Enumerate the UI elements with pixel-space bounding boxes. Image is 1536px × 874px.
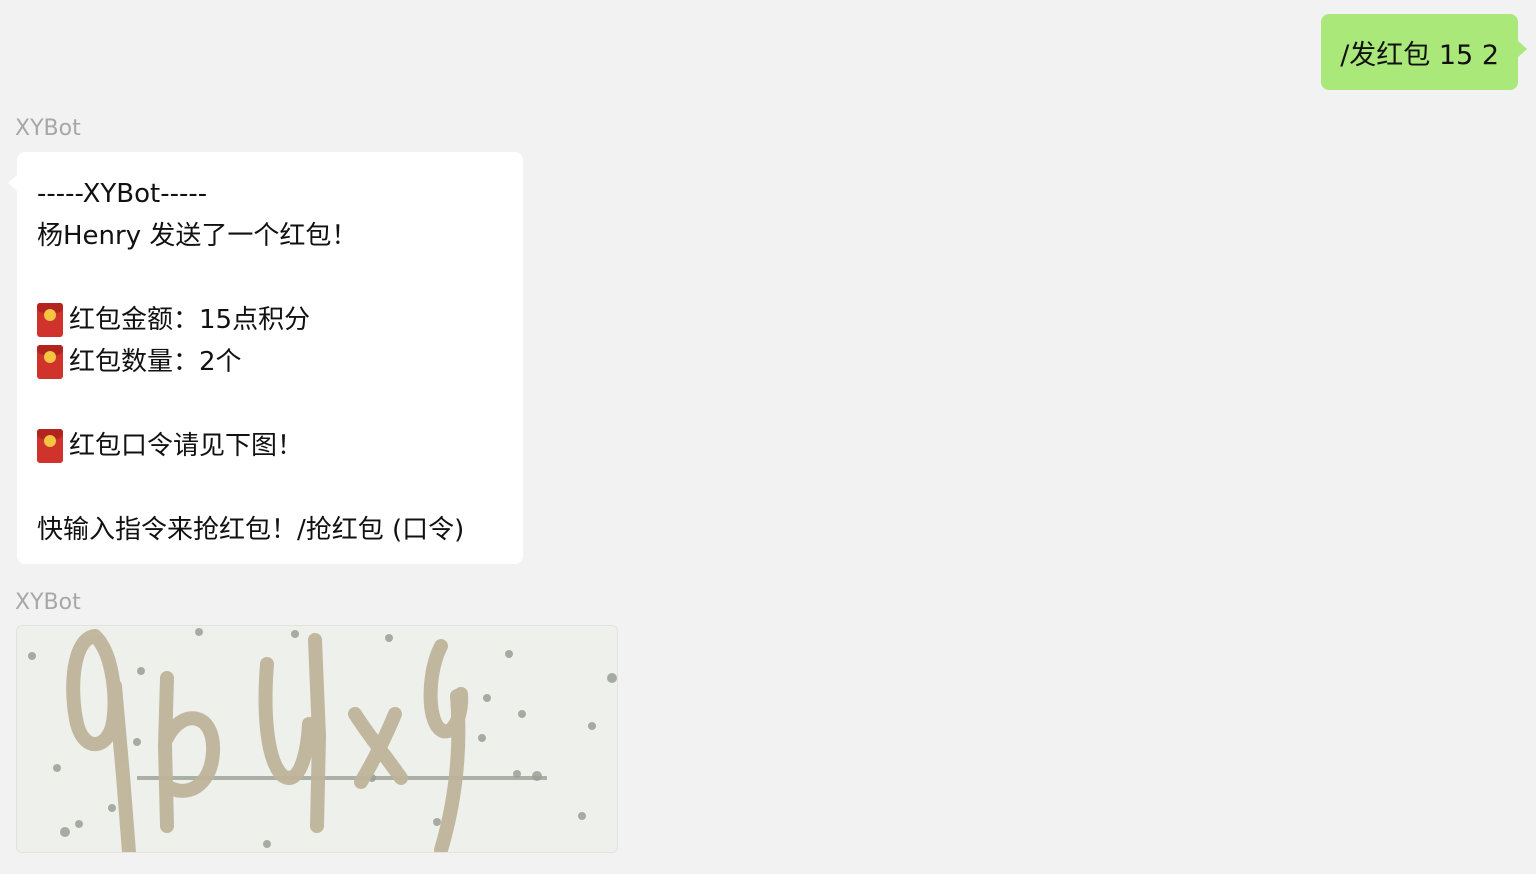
captcha-image — [17, 626, 617, 852]
amount-line: 红包金额：15点积分 — [37, 299, 503, 341]
red-envelope-icon — [37, 429, 63, 463]
red-envelope-icon — [37, 303, 63, 337]
outgoing-message-bubble[interactable]: /发红包 15 2 — [1321, 14, 1527, 90]
count-line: 红包数量：2个 — [37, 341, 503, 383]
password-line: 红包口令请见下图！ — [37, 425, 503, 467]
captcha-image-bubble[interactable] — [16, 625, 618, 853]
sender-name: XYBot — [15, 116, 81, 141]
message-header-line: -----XYBot----- — [37, 179, 208, 209]
password-text: 红包口令请见下图！ — [69, 431, 304, 461]
count-text: 红包数量：2个 — [69, 347, 242, 377]
instruction-line: 快输入指令来抢红包！/抢红包 (口令) — [37, 515, 465, 545]
outgoing-message-text: /发红包 15 2 — [1340, 39, 1499, 71]
chat-area: /发红包 15 2 XYBot -----XYBot----- 杨Henry 发… — [0, 0, 1536, 874]
incoming-message-bubble[interactable]: -----XYBot----- 杨Henry 发送了一个红包！ 红包金额：15点… — [8, 152, 523, 564]
message-sent-line: 杨Henry 发送了一个红包！ — [37, 221, 358, 251]
amount-text: 红包金额：15点积分 — [69, 305, 311, 335]
sender-name: XYBot — [15, 590, 81, 615]
red-envelope-icon — [37, 345, 63, 379]
